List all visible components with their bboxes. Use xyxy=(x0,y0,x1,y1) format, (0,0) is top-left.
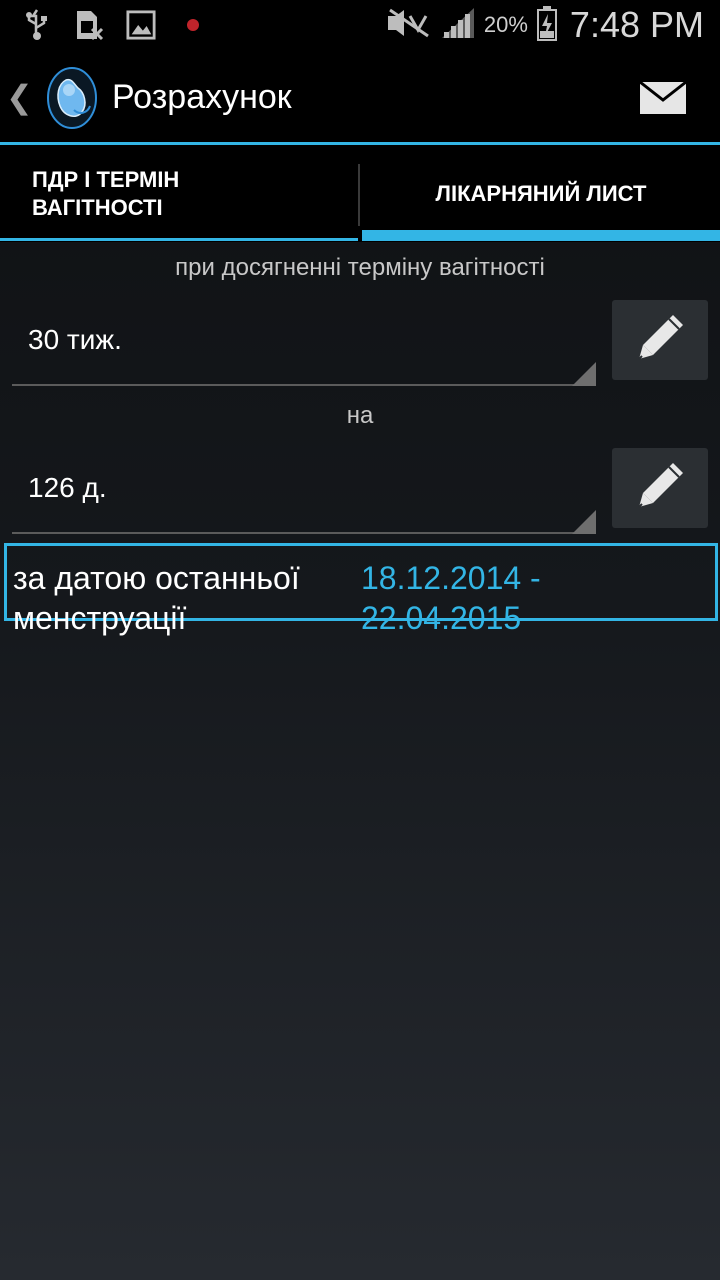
tab-indicator xyxy=(0,238,358,241)
signal-icon xyxy=(440,6,476,45)
result-value: 18.12.2014 - 22.04.2015 xyxy=(361,560,541,636)
term-value: 30 тиж. xyxy=(28,324,122,355)
screen-title: Розрахунок xyxy=(112,78,292,116)
tab-divider xyxy=(358,164,360,226)
spinner-underline xyxy=(12,532,596,534)
action-bar: ❮ Розрахунок xyxy=(0,50,720,146)
battery-charging-icon xyxy=(536,5,558,46)
edit-term-button[interactable] xyxy=(612,300,708,380)
silent-icon xyxy=(384,6,432,45)
duration-value: 126 д. xyxy=(28,472,107,503)
tab-label: ЛІКАРНЯНИЙ ЛИСТ xyxy=(435,180,647,206)
term-caption: при досягненні терміну вагітності xyxy=(175,254,545,281)
clock: 7:48 PM xyxy=(569,4,704,45)
pencil-icon xyxy=(633,459,687,518)
recording-dot-icon xyxy=(178,8,208,42)
gallery-icon xyxy=(126,8,156,42)
tab-sick-leave[interactable]: ЛІКАРНЯНИЙ ЛИСТ xyxy=(362,145,720,242)
spinner-arrow-icon xyxy=(572,510,596,534)
duration-spinner[interactable]: 126 д. xyxy=(12,448,596,534)
result-label: за датою останньої менструації xyxy=(13,560,300,636)
usb-icon xyxy=(22,8,52,42)
sim-icon xyxy=(74,8,104,42)
tab-due-date-term[interactable]: ПДР І ТЕРМІН ВАГІТНОСТІ xyxy=(0,145,358,242)
tab-indicator-selected xyxy=(362,230,720,241)
result-row[interactable]: за датою останньої менструації 18.12.201… xyxy=(4,543,718,636)
back-chevron-icon[interactable]: ❮ xyxy=(6,78,33,116)
status-bar: 20% 7:48 PM xyxy=(0,0,720,50)
spinner-underline xyxy=(12,384,596,386)
mail-icon[interactable] xyxy=(638,78,690,118)
tab-bar: ПДР І ТЕРМІН ВАГІТНОСТІ ЛІКАРНЯНИЙ ЛИСТ xyxy=(0,145,720,242)
status-bar-system: 20% 7:48 PM xyxy=(384,4,704,46)
spinner-arrow-icon xyxy=(572,362,596,386)
app-logo-icon[interactable] xyxy=(44,66,100,130)
for-caption: на xyxy=(346,402,374,429)
edit-duration-button[interactable] xyxy=(612,448,708,528)
status-bar-notifications xyxy=(22,8,208,42)
tab-label: ПДР І ТЕРМІН ВАГІТНОСТІ xyxy=(32,166,180,220)
pencil-icon xyxy=(633,311,687,370)
battery-percent: 20% xyxy=(483,12,528,37)
term-spinner[interactable]: 30 тиж. xyxy=(12,300,596,386)
